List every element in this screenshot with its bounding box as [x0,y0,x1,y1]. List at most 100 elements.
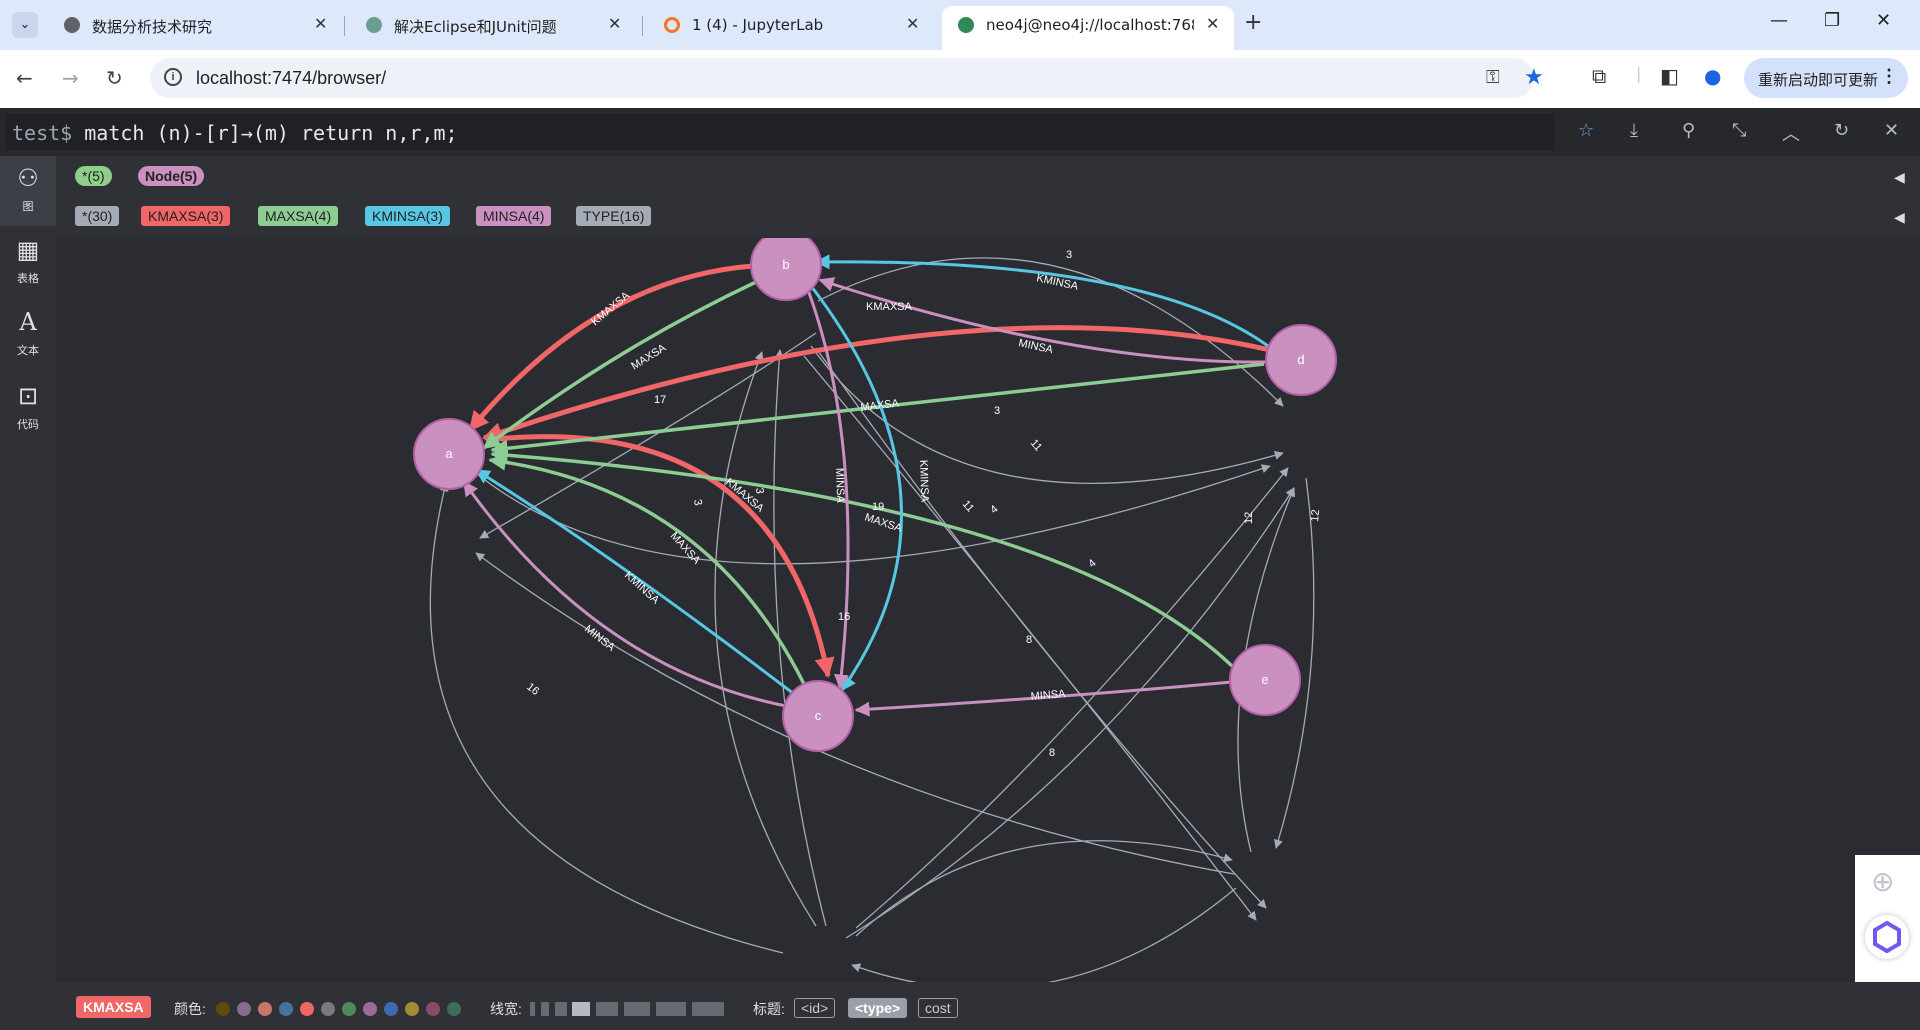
legend-rel-all[interactable]: *(30) [75,206,120,226]
line-width-option[interactable] [530,1002,535,1016]
line-width-option-selected[interactable] [572,1002,590,1016]
view-label: 图 [22,201,34,213]
edge-b-e-11b[interactable] [815,347,1267,909]
url-text: localhost:7474/browser/ [196,68,387,88]
forward-button[interactable]: → [62,66,79,90]
download-icon[interactable]: ⤓ [1630,120,1638,141]
address-bar[interactable]: i localhost:7474/browser/ ⚿ ★ [150,58,1544,98]
close-window-button[interactable]: ✕ [1876,10,1891,31]
new-tab-button[interactable]: + [1244,10,1262,35]
legend-rel-minsa[interactable]: MINSA(4) [476,206,552,226]
color-swatch-selected[interactable] [300,1002,314,1016]
legend-rel-maxsa[interactable]: MAXSA(4) [258,206,339,226]
collapse-left-icon[interactable]: ◀ [1894,210,1905,226]
close-icon[interactable]: ✕ [314,14,327,33]
node-label: b [782,257,789,272]
color-swatch[interactable] [237,1002,251,1016]
graph-svg[interactable]: 3 KMAXSA KMAXSA KMAXSA MAXSA MAXSA MAXSA… [56,229,1920,990]
collapse-icon[interactable]: ⤡ [1732,120,1746,141]
collapse-left-icon[interactable]: ◀ [1894,170,1905,186]
caption-id-option[interactable]: <id> [794,998,836,1018]
color-swatch[interactable] [384,1002,398,1016]
favorite-star-icon[interactable]: ☆ [1578,120,1594,141]
line-width-option[interactable] [656,1002,686,1016]
view-label: 表格 [17,273,39,285]
edge-e-c-8[interactable] [851,887,1237,990]
side-panel-icon[interactable]: ◧ [1660,64,1679,88]
line-width-option[interactable] [692,1002,724,1016]
color-swatch[interactable] [216,1002,230,1016]
edge-c-a-16[interactable] [429,482,784,954]
legend-rel-kminsa[interactable]: KMINSA(3) [365,206,450,226]
legend-node-all[interactable]: *(5) [75,166,112,186]
profile-icon[interactable]: ● [1704,64,1721,88]
close-icon[interactable]: ✕ [1206,14,1219,33]
color-swatch[interactable] [447,1002,461,1016]
back-button[interactable]: ← [16,66,33,90]
node-e[interactable]: e [1229,644,1301,716]
site-info-icon[interactable]: i [164,68,182,86]
edge-c-a-minsa[interactable] [462,480,787,708]
reload-button[interactable]: ↻ [106,66,123,90]
pin-icon[interactable]: ⚲ [1682,120,1695,141]
line-width-option[interactable] [555,1002,567,1016]
line-width-option[interactable] [541,1002,549,1016]
edge-a-c-kmaxsa[interactable] [485,434,835,678]
caption-cost-option[interactable]: cost [918,998,958,1018]
graph-canvas[interactable]: 3 KMAXSA KMAXSA KMAXSA MAXSA MAXSA MAXSA… [56,229,1920,990]
edge-c-d-4[interactable] [855,467,1289,929]
edge-d-a-kmaxsa[interactable] [482,325,1271,442]
caption-type-option[interactable]: <type> [848,998,908,1018]
color-swatch[interactable] [363,1002,377,1016]
edge-e-a-16[interactable] [475,552,1235,875]
key-icon[interactable]: ⚿ [1486,67,1500,88]
update-button[interactable]: 重新启动即可更新 ⋮ [1744,58,1908,98]
color-label: 颜色: [174,1001,206,1017]
node-b[interactable]: b [750,229,822,301]
line-width-option[interactable] [596,1002,618,1016]
view-graph-button[interactable]: ⚇ 图 [0,156,56,226]
query-editor[interactable]: test$ match (n)-[r]→(m) return n,r,m; [6,114,1554,150]
minimize-button[interactable]: — [1770,10,1788,31]
more-menu-icon[interactable]: ⋮ [1880,66,1898,87]
close-icon[interactable]: ✕ [906,14,919,33]
assistant-logo-icon[interactable] [1865,915,1909,959]
close-icon[interactable]: ✕ [608,14,621,33]
edge-label-kminsa: KMINSA [917,460,930,503]
legend-rel-kmaxsa[interactable]: KMAXSA(3) [141,206,231,226]
node-c[interactable]: c [782,680,854,752]
color-swatch[interactable] [426,1002,440,1016]
tab-search-button[interactable]: ⌄ [12,12,38,38]
legend-node-label[interactable]: Node(5) [138,166,205,186]
node-d[interactable]: d [1265,324,1337,396]
view-text-button[interactable]: A 文本 [0,300,56,370]
chevron-up-icon[interactable]: ︿ [1782,120,1800,146]
tab-eclipse-junit[interactable]: 解决Eclipse和JUnit问题 ✕ [350,8,640,42]
edge-label-4: 4 [1086,557,1098,570]
edge-c-d-4b[interactable] [845,487,1295,939]
color-swatch[interactable] [321,1002,335,1016]
close-frame-icon[interactable]: ✕ [1884,120,1899,141]
bookmark-star-icon[interactable]: ★ [1524,64,1544,90]
tab-title: 1 (4) - JupyterLab [692,16,824,34]
restore-button[interactable]: ❐ [1824,10,1840,31]
node-a[interactable]: a [413,418,485,490]
color-swatch[interactable] [279,1002,293,1016]
view-table-button[interactable]: ▦ 表格 [0,228,56,298]
legend-rel-type[interactable]: TYPE(16) [576,206,652,226]
edge-b-d-3b[interactable] [810,345,1284,484]
tab-jupyterlab[interactable]: 1 (4) - JupyterLab ✕ [648,8,938,42]
rerun-icon[interactable]: ↻ [1834,120,1849,141]
line-width-option[interactable] [624,1002,650,1016]
tab-neo4j[interactable]: neo4j@neo4j://localhost:768 ✕ [942,6,1234,50]
edge-c-e-8[interactable] [855,840,1233,937]
zoom-in-icon[interactable]: ⊕ [1871,865,1894,898]
edge-c-b-3a[interactable] [714,351,817,927]
view-code-button[interactable]: ⊡ 代码 [0,374,56,444]
color-swatch[interactable] [342,1002,356,1016]
tab-data-analysis[interactable]: 数据分析技术研究 ✕ [48,8,338,42]
color-swatch[interactable] [405,1002,419,1016]
color-swatch[interactable] [258,1002,272,1016]
extensions-icon[interactable]: ⧉ [1592,64,1606,88]
edge-b-a-kmaxsa[interactable] [468,263,754,432]
